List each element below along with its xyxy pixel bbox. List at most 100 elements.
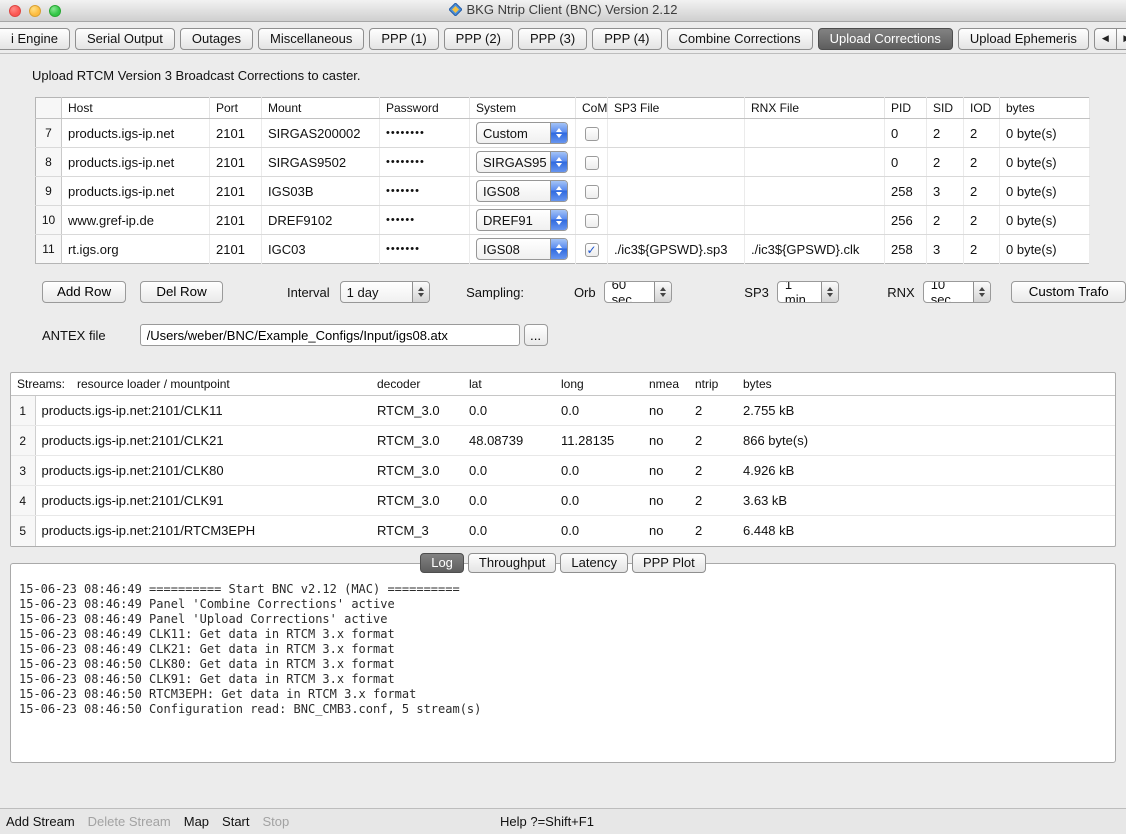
rnx-file-cell[interactable]: [745, 206, 885, 235]
tab-scroll-left-icon[interactable]: ◀: [1094, 28, 1116, 50]
mount-cell[interactable]: SIRGAS200002: [262, 119, 380, 148]
system-select[interactable]: SIRGAS95: [476, 151, 568, 173]
tab-throughput[interactable]: Throughput: [468, 553, 557, 573]
sid-cell[interactable]: 3: [927, 177, 964, 206]
map-button[interactable]: Map: [184, 814, 209, 829]
interval-select[interactable]: 1 day: [340, 281, 430, 303]
stream-row[interactable]: 5 products.igs-ip.net:2101/RTCM3EPH RTCM…: [11, 516, 1115, 546]
sid-cell[interactable]: 2: [927, 206, 964, 235]
system-select[interactable]: IGS08: [476, 238, 568, 260]
mount-cell[interactable]: SIRGAS9502: [262, 148, 380, 177]
rnx-file-cell[interactable]: [745, 177, 885, 206]
del-row-button[interactable]: Del Row: [140, 281, 223, 303]
pid-cell[interactable]: 258: [885, 235, 927, 264]
port-cell[interactable]: 2101: [210, 235, 262, 264]
row-number: 8: [36, 148, 62, 177]
sp3-sampling-spinner[interactable]: 1 min: [777, 281, 839, 303]
mount-cell[interactable]: IGC03: [262, 235, 380, 264]
sid-cell[interactable]: 3: [927, 235, 964, 264]
combo-stepper-icon: [550, 239, 567, 259]
rnx-file-cell[interactable]: [745, 148, 885, 177]
sp3-file-cell[interactable]: [608, 148, 745, 177]
iod-cell[interactable]: 2: [964, 177, 1000, 206]
pid-cell[interactable]: 256: [885, 206, 927, 235]
tab-engine[interactable]: i Engine: [0, 28, 70, 50]
stream-row[interactable]: 4 products.igs-ip.net:2101/CLK91 RTCM_3.…: [11, 486, 1115, 516]
rnx-sampling-spinner[interactable]: 10 sec: [923, 281, 992, 303]
add-stream-button[interactable]: Add Stream: [6, 814, 75, 829]
rnx-file-cell[interactable]: ./ic3${GPSWD}.clk: [745, 235, 885, 264]
host-cell[interactable]: www.gref-ip.de: [62, 206, 210, 235]
password-cell[interactable]: •••••••: [380, 177, 470, 206]
tab-serial-output[interactable]: Serial Output: [75, 28, 175, 50]
sp3-file-cell[interactable]: [608, 206, 745, 235]
system-select[interactable]: Custom: [476, 122, 568, 144]
stream-row[interactable]: 3 products.igs-ip.net:2101/CLK80 RTCM_3.…: [11, 456, 1115, 486]
com-checkbox[interactable]: [585, 185, 599, 199]
password-cell[interactable]: ••••••: [380, 206, 470, 235]
port-cell[interactable]: 2101: [210, 148, 262, 177]
tab-ppp-2[interactable]: PPP (2): [444, 28, 513, 50]
tab-ppp-3[interactable]: PPP (3): [518, 28, 587, 50]
tab-upload-ephemeris[interactable]: Upload Ephemeris: [958, 28, 1089, 50]
pid-cell[interactable]: 0: [885, 148, 927, 177]
sp3-file-cell[interactable]: [608, 177, 745, 206]
sp3-file-cell[interactable]: ./ic3${GPSWD}.sp3: [608, 235, 745, 264]
pid-cell[interactable]: 258: [885, 177, 927, 206]
iod-cell[interactable]: 2: [964, 148, 1000, 177]
iod-cell[interactable]: 2: [964, 235, 1000, 264]
stream-row-number: 1: [11, 396, 35, 426]
tab-latency[interactable]: Latency: [560, 553, 628, 573]
antex-browse-button[interactable]: ...: [524, 324, 548, 346]
tab-combine-corrections[interactable]: Combine Corrections: [667, 28, 813, 50]
com-checkbox[interactable]: [585, 156, 599, 170]
mount-cell[interactable]: IGS03B: [262, 177, 380, 206]
orb-sampling-spinner[interactable]: 60 sec: [604, 281, 673, 303]
password-cell[interactable]: ••••••••: [380, 119, 470, 148]
add-row-button[interactable]: Add Row: [42, 281, 126, 303]
com-checkbox[interactable]: [585, 214, 599, 228]
stream-row[interactable]: 1 products.igs-ip.net:2101/CLK11 RTCM_3.…: [11, 396, 1115, 426]
host-cell[interactable]: products.igs-ip.net: [62, 119, 210, 148]
sp3-file-cell[interactable]: [608, 119, 745, 148]
system-select[interactable]: IGS08: [476, 180, 568, 202]
close-button[interactable]: [9, 5, 21, 17]
tab-miscellaneous[interactable]: Miscellaneous: [258, 28, 364, 50]
sid-cell[interactable]: 2: [927, 119, 964, 148]
port-cell[interactable]: 2101: [210, 119, 262, 148]
tab-ppp-1[interactable]: PPP (1): [369, 28, 438, 50]
rnx-file-cell[interactable]: [745, 119, 885, 148]
port-cell[interactable]: 2101: [210, 177, 262, 206]
tab-outages[interactable]: Outages: [180, 28, 253, 50]
iod-cell[interactable]: 2: [964, 206, 1000, 235]
tab-scroll-right-icon[interactable]: ▶: [1116, 28, 1126, 50]
host-cell[interactable]: rt.igs.org: [62, 235, 210, 264]
start-button[interactable]: Start: [222, 814, 249, 829]
host-cell[interactable]: products.igs-ip.net: [62, 177, 210, 206]
header-nmea: nmea: [643, 373, 689, 396]
tab-upload-corrections[interactable]: Upload Corrections: [818, 28, 953, 50]
com-checkbox[interactable]: [585, 127, 599, 141]
tab-log[interactable]: Log: [420, 553, 464, 573]
antex-file-input[interactable]: [140, 324, 520, 346]
mount-cell[interactable]: DREF9102: [262, 206, 380, 235]
stream-row[interactable]: 2 products.igs-ip.net:2101/CLK21 RTCM_3.…: [11, 426, 1115, 456]
zoom-button[interactable]: [49, 5, 61, 17]
password-cell[interactable]: ••••••••: [380, 148, 470, 177]
password-cell[interactable]: •••••••: [380, 235, 470, 264]
pid-cell[interactable]: 0: [885, 119, 927, 148]
delete-stream-button[interactable]: Delete Stream: [88, 814, 171, 829]
custom-trafo-button[interactable]: Custom Trafo: [1011, 281, 1126, 303]
system-select[interactable]: DREF91: [476, 209, 568, 231]
host-cell[interactable]: products.igs-ip.net: [62, 148, 210, 177]
sid-cell[interactable]: 2: [927, 148, 964, 177]
com-checkbox[interactable]: ✓: [585, 243, 599, 257]
tab-ppp-4[interactable]: PPP (4): [592, 28, 661, 50]
stop-button[interactable]: Stop: [263, 814, 290, 829]
iod-cell[interactable]: 2: [964, 119, 1000, 148]
port-cell[interactable]: 2101: [210, 206, 262, 235]
log-output[interactable]: 15-06-23 08:46:49 ========== Start BNC v…: [10, 563, 1116, 763]
tab-ppp-plot[interactable]: PPP Plot: [632, 553, 706, 573]
minimize-button[interactable]: [29, 5, 41, 17]
help-button[interactable]: Help ?=Shift+F1: [500, 814, 594, 829]
